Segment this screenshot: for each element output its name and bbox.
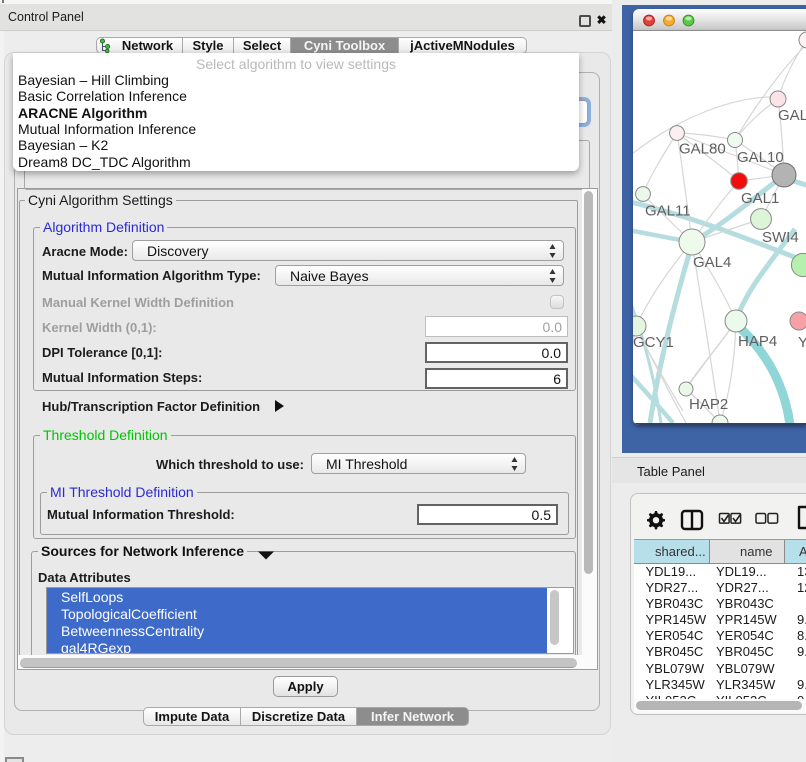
svg-text:GAL11: GAL11 — [645, 203, 691, 220]
svg-text:GAL10: GAL10 — [737, 149, 784, 166]
svg-text:Y: Y — [798, 334, 806, 351]
svg-text:GAL1: GAL1 — [741, 190, 779, 207]
svg-text:HAP2: HAP2 — [689, 396, 728, 413]
svg-text:GCY1: GCY1 — [633, 334, 674, 351]
svg-text:GAL4: GAL4 — [693, 254, 731, 271]
svg-text:GAL7: GAL7 — [778, 107, 806, 124]
svg-text:HAP4: HAP4 — [738, 333, 777, 350]
svg-text:GAL80: GAL80 — [679, 141, 726, 158]
svg-text:SWI4: SWI4 — [762, 229, 799, 246]
